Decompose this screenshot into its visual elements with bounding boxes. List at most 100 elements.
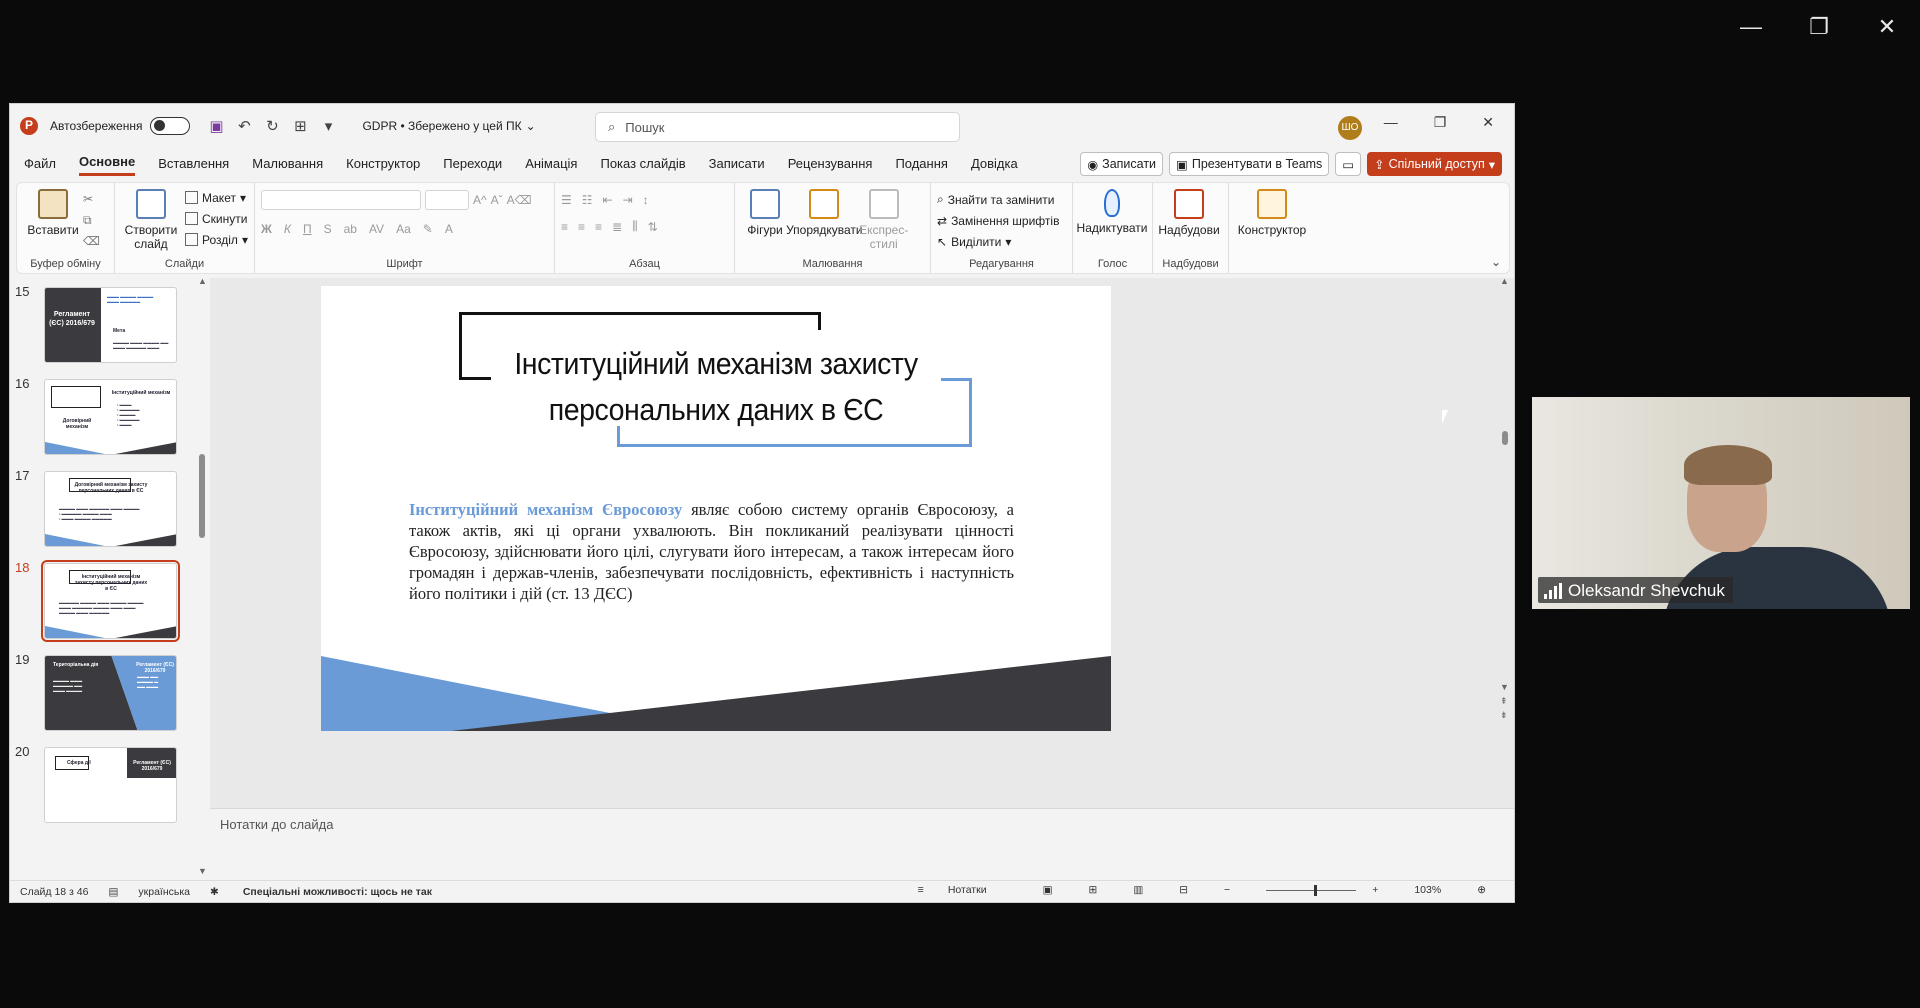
video-tile[interactable]: Oleksandr Shevchuk [1532, 397, 1910, 609]
avatar[interactable]: ШО [1338, 116, 1362, 140]
reset-button[interactable]: Скинути [185, 208, 248, 229]
copy-icon[interactable]: ⧉ [83, 210, 100, 231]
new-slide-button[interactable]: Створити слайд [121, 189, 181, 251]
section-button[interactable]: Розділ ▾ [185, 229, 248, 250]
slide-thumbnail[interactable]: Територіальна дія Регламент (ЄС) 2016/67… [44, 655, 177, 731]
arrange-button[interactable]: Упорядкувати [786, 189, 863, 237]
search-input[interactable]: ⌕ Пошук [595, 112, 960, 142]
close-icon[interactable]: ✕ [1482, 114, 1494, 131]
current-slide[interactable]: Інституційний механізм захисту персональ… [321, 286, 1111, 731]
align-center-icon[interactable]: ≡ [578, 220, 585, 234]
spellcheck-icon[interactable]: ▤ [108, 886, 118, 898]
cut-icon[interactable]: ✂ [83, 189, 100, 210]
tab-design[interactable]: Конструктор [346, 152, 420, 175]
next-slide-icon[interactable]: ⇟ [1500, 710, 1508, 721]
undo-icon[interactable]: ↶ [232, 117, 256, 135]
accessibility-status[interactable]: ✱ Спеціальні можливості: щось не так [210, 886, 432, 898]
change-case-icon[interactable]: Aa [396, 222, 411, 236]
numbering-icon[interactable]: ☷ [582, 193, 593, 207]
zoom-slider[interactable] [1266, 884, 1357, 896]
outer-close-button[interactable]: ✕ [1872, 14, 1902, 40]
font-size-select[interactable] [425, 189, 469, 210]
columns-icon[interactable]: ⫼ [632, 219, 638, 234]
clear-format-icon[interactable]: A⌫ [507, 193, 532, 207]
tab-transitions[interactable]: Переходи [443, 152, 502, 175]
tab-file[interactable]: Файл [24, 152, 56, 175]
outer-restore-button[interactable]: ❐ [1804, 14, 1834, 40]
tab-help[interactable]: Довідка [971, 152, 1018, 175]
format-painter-icon[interactable]: ⌫ [83, 231, 100, 252]
bold-icon[interactable]: Ж [261, 222, 272, 236]
zoom-out-icon[interactable]: − [1224, 884, 1230, 896]
paste-button[interactable]: Вставити [23, 189, 83, 237]
decrease-indent-icon[interactable]: ⇤ [603, 193, 613, 207]
italic-icon[interactable]: К [284, 222, 291, 236]
slide-thumbnail[interactable]: Регламент (ЄС) 2016/679 Мета ▬▬▬ ▬▬▬▬ ▬▬… [44, 287, 177, 363]
collapse-ribbon-icon[interactable]: ⌄ [1491, 255, 1501, 269]
text-direction-icon[interactable]: ⇅ [648, 220, 658, 234]
char-spacing-icon[interactable]: AV [369, 222, 384, 236]
slide-thumbnail[interactable]: Договірний механізм захисту персональних… [44, 471, 177, 547]
slide-thumbnail-active[interactable]: Інституційний механізм захисту персональ… [41, 560, 180, 642]
notes-field[interactable]: Нотатки до слайда [210, 808, 1514, 838]
save-icon[interactable]: ▣ [204, 117, 228, 135]
autosave-toggle[interactable] [150, 117, 191, 135]
previous-slide-icon[interactable]: ⇞ [1500, 696, 1508, 707]
scroll-down-icon[interactable]: ▼ [1500, 682, 1509, 692]
start-slideshow-icon[interactable]: ⊞ [288, 117, 312, 135]
reading-view-icon[interactable]: ▥ [1133, 884, 1143, 896]
strikethrough-icon[interactable]: S [324, 222, 332, 236]
zoom-in-icon[interactable]: + [1372, 884, 1378, 896]
find-replace-button[interactable]: ⌕ Знайти та замінити [937, 189, 1066, 210]
line-spacing-icon[interactable]: ↕ [643, 193, 649, 207]
decrease-font-icon[interactable]: Aˇ [491, 193, 503, 207]
comments-button[interactable]: ▭ [1335, 152, 1362, 176]
slide-body-text[interactable]: Інституційний механізм Євросоюзу являє с… [409, 499, 1014, 604]
slide-thumbnail[interactable]: Сфера дії Регламент (ЄС) 2016/679 [44, 747, 177, 823]
bullets-icon[interactable]: ☰ [561, 193, 572, 207]
tab-slideshow[interactable]: Показ слайдів [600, 152, 685, 175]
slide-scrollbar[interactable]: ▲ ▼ ⇞ ⇟ [1500, 276, 1510, 808]
tab-record[interactable]: Записати [709, 152, 765, 175]
normal-view-icon[interactable]: ▣ [1043, 884, 1053, 896]
present-in-teams-button[interactable]: ▣ Презентувати в Teams [1169, 152, 1330, 176]
restore-icon[interactable]: ❐ [1434, 114, 1447, 131]
record-button[interactable]: ◉ Записати [1080, 152, 1164, 176]
slide-scroll-thumb[interactable] [1502, 431, 1508, 445]
slide-sorter-icon[interactable]: ⊞ [1089, 884, 1098, 896]
slide-thumbnail[interactable]: Договірний механізм Інституційний механі… [44, 379, 177, 455]
addins-button[interactable]: Надбудови [1158, 189, 1220, 237]
tab-animations[interactable]: Анімація [525, 152, 577, 175]
share-button[interactable]: ⇪ Спільний доступ ▾ [1367, 152, 1502, 176]
tab-draw[interactable]: Малювання [252, 152, 323, 175]
outer-minimize-button[interactable]: — [1736, 14, 1766, 40]
tab-home[interactable]: Основне [78, 150, 136, 176]
slide-title[interactable]: Інституційний механізм захисту персональ… [463, 341, 969, 433]
document-title[interactable]: GDPR • Збережено у цей ПК ⌄ [362, 119, 535, 133]
customize-toolbar-icon[interactable]: ▾ [316, 117, 340, 135]
underline-icon[interactable]: П [303, 222, 312, 236]
redo-icon[interactable]: ↻ [260, 117, 284, 135]
designer-button[interactable]: Конструктор [1235, 189, 1309, 237]
justify-icon[interactable]: ≣ [612, 220, 622, 234]
layout-button[interactable]: Макет ▾ [185, 187, 248, 208]
fit-to-window-icon[interactable]: ⊕ [1477, 884, 1486, 896]
thumbnails-scrollbar[interactable] [199, 454, 205, 538]
zoom-slider-knob[interactable] [1314, 884, 1318, 896]
scroll-up-icon[interactable]: ▲ [198, 278, 207, 286]
highlight-icon[interactable]: ✎ [423, 222, 433, 236]
quick-styles-button[interactable]: Експрес-стилі [859, 189, 908, 251]
scroll-up-icon[interactable]: ▲ [1500, 276, 1509, 286]
slideshow-view-icon[interactable]: ⊟ [1179, 884, 1188, 896]
align-left-icon[interactable]: ≡ [561, 220, 568, 234]
language-indicator[interactable]: українська [138, 886, 190, 898]
scroll-down-icon[interactable]: ▼ [198, 866, 207, 876]
increase-indent-icon[interactable]: ⇥ [623, 193, 633, 207]
select-button[interactable]: ↖ Виділити ▾ [937, 231, 1066, 252]
notes-toggle[interactable]: ≡ Нотатки [918, 884, 1007, 896]
replace-fonts-button[interactable]: ⇄ Замінення шрифтів [937, 210, 1066, 231]
zoom-level[interactable]: 103% [1414, 884, 1441, 896]
font-family-select[interactable] [261, 189, 421, 210]
tab-review[interactable]: Рецензування [788, 152, 873, 175]
minimize-icon[interactable]: — [1384, 114, 1398, 131]
